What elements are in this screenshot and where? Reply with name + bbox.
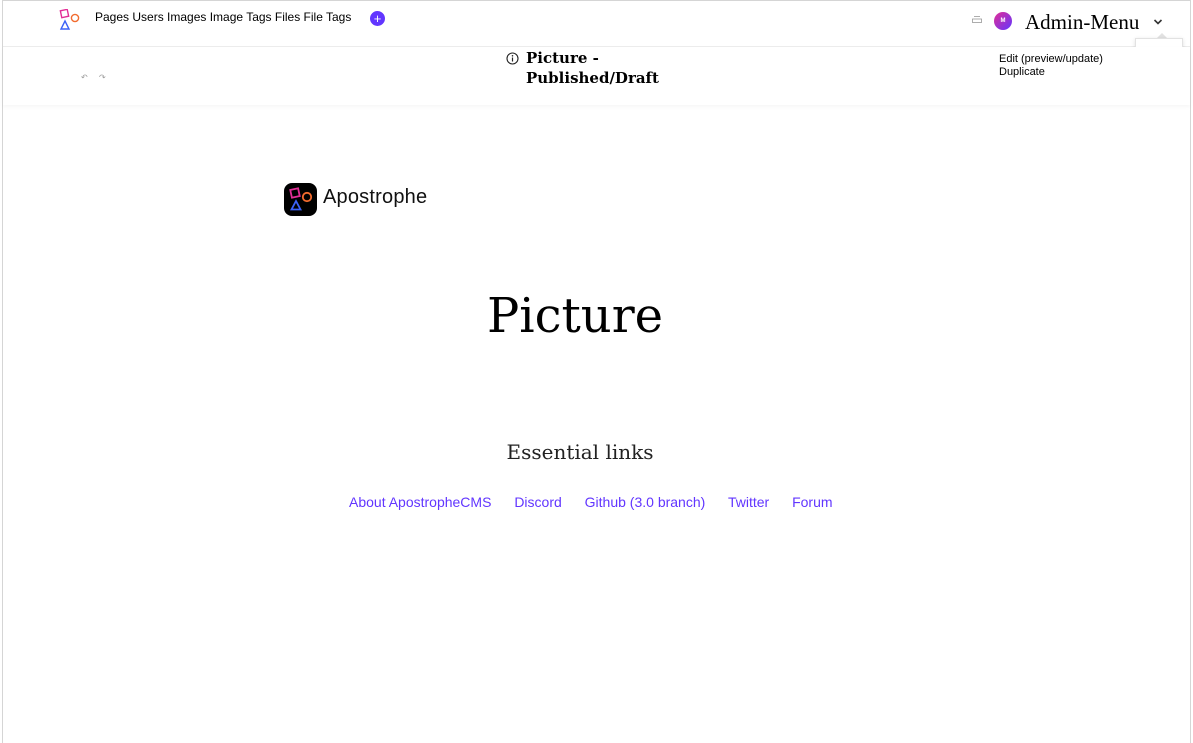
page-title: Picture (486, 288, 664, 344)
link-discord[interactable]: Discord (514, 494, 561, 510)
nav-images[interactable]: Images (167, 10, 210, 24)
link-twitter[interactable]: Twitter (728, 494, 769, 510)
add-new-button[interactable]: + (370, 11, 385, 26)
apostrophe-logo-icon[interactable] (59, 9, 81, 31)
browser-frame (2, 0, 1191, 743)
nav-files[interactable]: Files (275, 10, 304, 24)
link-about-apostrophecms[interactable]: About ApostropheCMS (349, 494, 491, 510)
links-heading: Essential links (506, 440, 654, 464)
document-menu: Edit (preview/update) Duplicate (999, 53, 1103, 79)
admin-bar (3, 1, 1190, 47)
tray-icon[interactable] (972, 15, 982, 23)
nav-image-tags[interactable]: Image Tags (210, 10, 275, 24)
admin-nav: Pages Users Images Image Tags Files File… (95, 10, 351, 24)
admin-menu-button[interactable]: Admin-Menu (1025, 10, 1139, 35)
info-icon[interactable] (506, 52, 519, 65)
chevron-down-icon[interactable] (1153, 18, 1163, 26)
nav-users[interactable]: Users (132, 10, 167, 24)
edit-preview-option[interactable]: Edit (preview/update) (999, 53, 1103, 66)
essential-links: About ApostropheCMS Discord Github (3.0 … (349, 494, 852, 510)
link-github[interactable]: Github (3.0 branch) (585, 494, 706, 510)
nav-pages[interactable]: Pages (95, 10, 132, 24)
brand-name: Apostrophe (323, 186, 428, 208)
link-forum[interactable]: Forum (792, 494, 832, 510)
document-title: Picture - Published/Draft (526, 49, 659, 87)
user-avatar[interactable]: M (994, 12, 1012, 30)
redo-button[interactable]: ↷ (99, 73, 106, 82)
duplicate-option[interactable]: Duplicate (999, 66, 1103, 79)
nav-file-tags[interactable]: File Tags (304, 10, 352, 24)
undo-button[interactable]: ↶ (81, 73, 88, 82)
